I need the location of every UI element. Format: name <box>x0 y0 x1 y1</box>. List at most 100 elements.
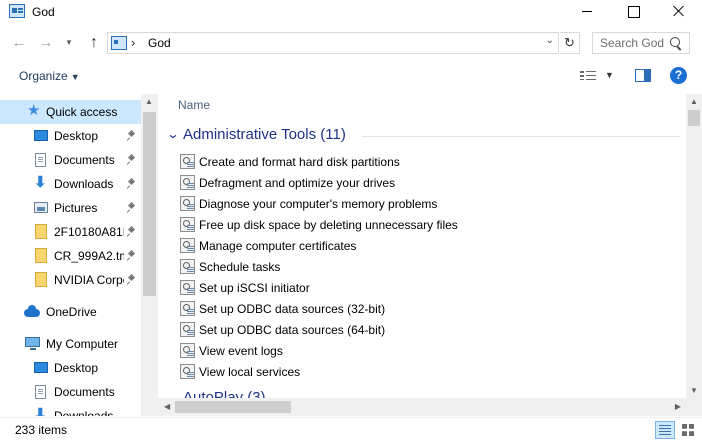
list-item[interactable]: View event logs <box>176 340 676 361</box>
up-arrow-icon[interactable]: ↑ <box>85 34 103 52</box>
sidebar-item-folder-nvidia[interactable]: NVIDIA Corpo <box>0 268 141 292</box>
pin-icon[interactable] <box>128 131 135 140</box>
sidebar-item-computer-downloads[interactable]: ⬇ Downloads <box>0 404 141 416</box>
scrollbar-corner <box>686 398 702 416</box>
location-icon <box>111 36 127 50</box>
sidebar-item-desktop[interactable]: Desktop <box>0 124 141 148</box>
list-item[interactable]: Set up iSCSI initiator <box>176 277 676 298</box>
item-name: Diagnose your computer's memory problems <box>199 197 438 211</box>
navigation-pane-scrollbar[interactable]: ▲ <box>141 94 158 416</box>
group-autoplay[interactable]: ⌄ AutoPlay (3) <box>164 389 684 398</box>
item-name: Create and format hard disk partitions <box>199 155 400 169</box>
sidebar-item-downloads[interactable]: ⬇ Downloads <box>0 172 141 196</box>
minimize-button[interactable] <box>564 0 610 24</box>
item-name: Free up disk space by deleting unnecessa… <box>199 218 458 232</box>
pin-icon[interactable] <box>128 251 135 260</box>
admin-tool-icon <box>180 196 195 211</box>
sidebar-item-onedrive[interactable]: OneDrive <box>0 300 141 324</box>
collapse-chevron-icon[interactable]: ⌄ <box>166 127 179 141</box>
sidebar-item-label: Downloads <box>54 409 114 416</box>
scroll-down-arrow-icon[interactable]: ▼ <box>690 386 698 395</box>
name-column-header[interactable]: Name <box>178 98 210 112</box>
recent-locations-chevron-icon[interactable]: ▼ <box>64 34 74 52</box>
admin-tool-icon <box>180 238 195 253</box>
view-options-caret-icon[interactable]: ▼ <box>605 70 614 80</box>
close-button[interactable] <box>656 0 702 24</box>
scroll-right-arrow-icon[interactable]: ▶ <box>675 402 681 411</box>
folder-app-icon <box>9 4 25 18</box>
item-count: 233 items <box>15 423 68 437</box>
list-item[interactable]: Set up ODBC data sources (64-bit) <box>176 319 676 340</box>
sidebar-item-label: My Computer <box>46 337 119 351</box>
sidebar-item-label: Pictures <box>54 201 98 215</box>
pin-icon[interactable] <box>128 275 135 284</box>
pin-icon[interactable] <box>128 179 135 188</box>
download-icon: ⬇ <box>34 174 47 191</box>
refresh-icon[interactable]: ↻ <box>560 32 580 54</box>
sidebar-item-label: 2F10180A81D <box>54 225 124 239</box>
scroll-up-arrow-icon[interactable]: ▲ <box>690 97 698 106</box>
group-administrative-tools[interactable]: ⌄ Administrative Tools (11) <box>164 126 684 146</box>
preview-pane-icon[interactable] <box>635 69 651 82</box>
list-item[interactable]: Diagnose your computer's memory problems <box>176 193 676 214</box>
list-item[interactable]: Schedule tasks <box>176 256 676 277</box>
list-item[interactable]: View local services <box>176 361 676 382</box>
scroll-up-arrow-icon[interactable]: ▲ <box>145 97 153 106</box>
admin-tool-icon <box>180 154 195 169</box>
sidebar-item-label: OneDrive <box>46 305 97 319</box>
desktop-icon <box>34 362 48 373</box>
breadcrumb-god[interactable]: God <box>148 36 171 50</box>
list-item[interactable]: Free up disk space by deleting unnecessa… <box>176 214 676 235</box>
large-icons-view-icon[interactable] <box>680 422 696 438</box>
download-icon: ⬇ <box>34 406 47 416</box>
sidebar-item-folder-2f10180a81d[interactable]: 2F10180A81D <box>0 220 141 244</box>
sidebar-item-pictures[interactable]: Pictures <box>0 196 141 220</box>
file-list-vertical-scrollbar[interactable]: ▲ ▼ <box>686 94 702 398</box>
admin-tool-icon <box>180 175 195 190</box>
admin-tool-icon <box>180 259 195 274</box>
list-item[interactable]: Manage computer certificates <box>176 235 676 256</box>
change-view-icon[interactable] <box>580 69 596 83</box>
forward-arrow-icon[interactable]: → <box>37 34 55 52</box>
back-arrow-icon[interactable]: ← <box>10 34 28 52</box>
sidebar-item-documents[interactable]: Documents <box>0 148 141 172</box>
sidebar-item-label: Desktop <box>54 129 99 143</box>
pin-icon[interactable] <box>128 155 135 164</box>
help-icon[interactable]: ? <box>670 67 687 84</box>
item-name: Set up ODBC data sources (64-bit) <box>199 323 386 337</box>
collapse-chevron-icon[interactable]: ⌄ <box>166 390 179 398</box>
breadcrumb-chevron-icon[interactable]: › <box>131 35 135 50</box>
file-list-horizontal-scrollbar[interactable]: ◀ ▶ <box>158 398 686 416</box>
details-view-icon[interactable] <box>655 421 675 439</box>
sidebar-item-quick-access[interactable]: ★ Quick access <box>0 100 141 124</box>
pin-icon[interactable] <box>128 227 135 236</box>
sidebar-item-label: Documents <box>54 153 115 167</box>
sort-chevron-icon: ⌃ <box>560 94 569 101</box>
maximize-button[interactable] <box>610 0 656 24</box>
scrollbar-thumb[interactable] <box>143 112 156 296</box>
sidebar-item-label: NVIDIA Corpo <box>54 273 124 287</box>
scroll-left-arrow-icon[interactable]: ◀ <box>164 402 170 411</box>
sidebar-item-folder-cr-999a2[interactable]: CR_999A2.tm <box>0 244 141 268</box>
list-item[interactable]: Set up ODBC data sources (32-bit) <box>176 298 676 319</box>
scrollbar-thumb[interactable] <box>175 401 291 413</box>
pin-icon[interactable] <box>128 203 135 212</box>
search-icon[interactable] <box>670 37 680 47</box>
item-name: View event logs <box>199 344 283 358</box>
organize-button[interactable]: Organize ▼ <box>19 69 80 83</box>
list-item[interactable]: Create and format hard disk partitions <box>176 151 676 172</box>
scrollbar-thumb[interactable] <box>688 110 700 126</box>
sidebar-item-label: Downloads <box>54 177 114 191</box>
address-dropdown-chevron-icon[interactable]: ⌄ <box>546 35 554 46</box>
sidebar-item-computer-documents[interactable]: Documents <box>0 380 141 404</box>
sidebar-item-label: CR_999A2.tm <box>54 249 124 263</box>
sidebar-item-computer-desktop[interactable]: Desktop <box>0 356 141 380</box>
computer-icon <box>25 337 40 350</box>
address-bar[interactable]: › God ⌄ <box>107 32 559 54</box>
organize-caret-icon: ▼ <box>70 72 80 82</box>
onedrive-icon <box>24 305 40 317</box>
list-item[interactable]: Defragment and optimize your drives <box>176 172 676 193</box>
search-box[interactable] <box>592 32 690 54</box>
search-input[interactable] <box>593 33 669 53</box>
sidebar-item-my-computer[interactable]: My Computer <box>0 332 141 356</box>
